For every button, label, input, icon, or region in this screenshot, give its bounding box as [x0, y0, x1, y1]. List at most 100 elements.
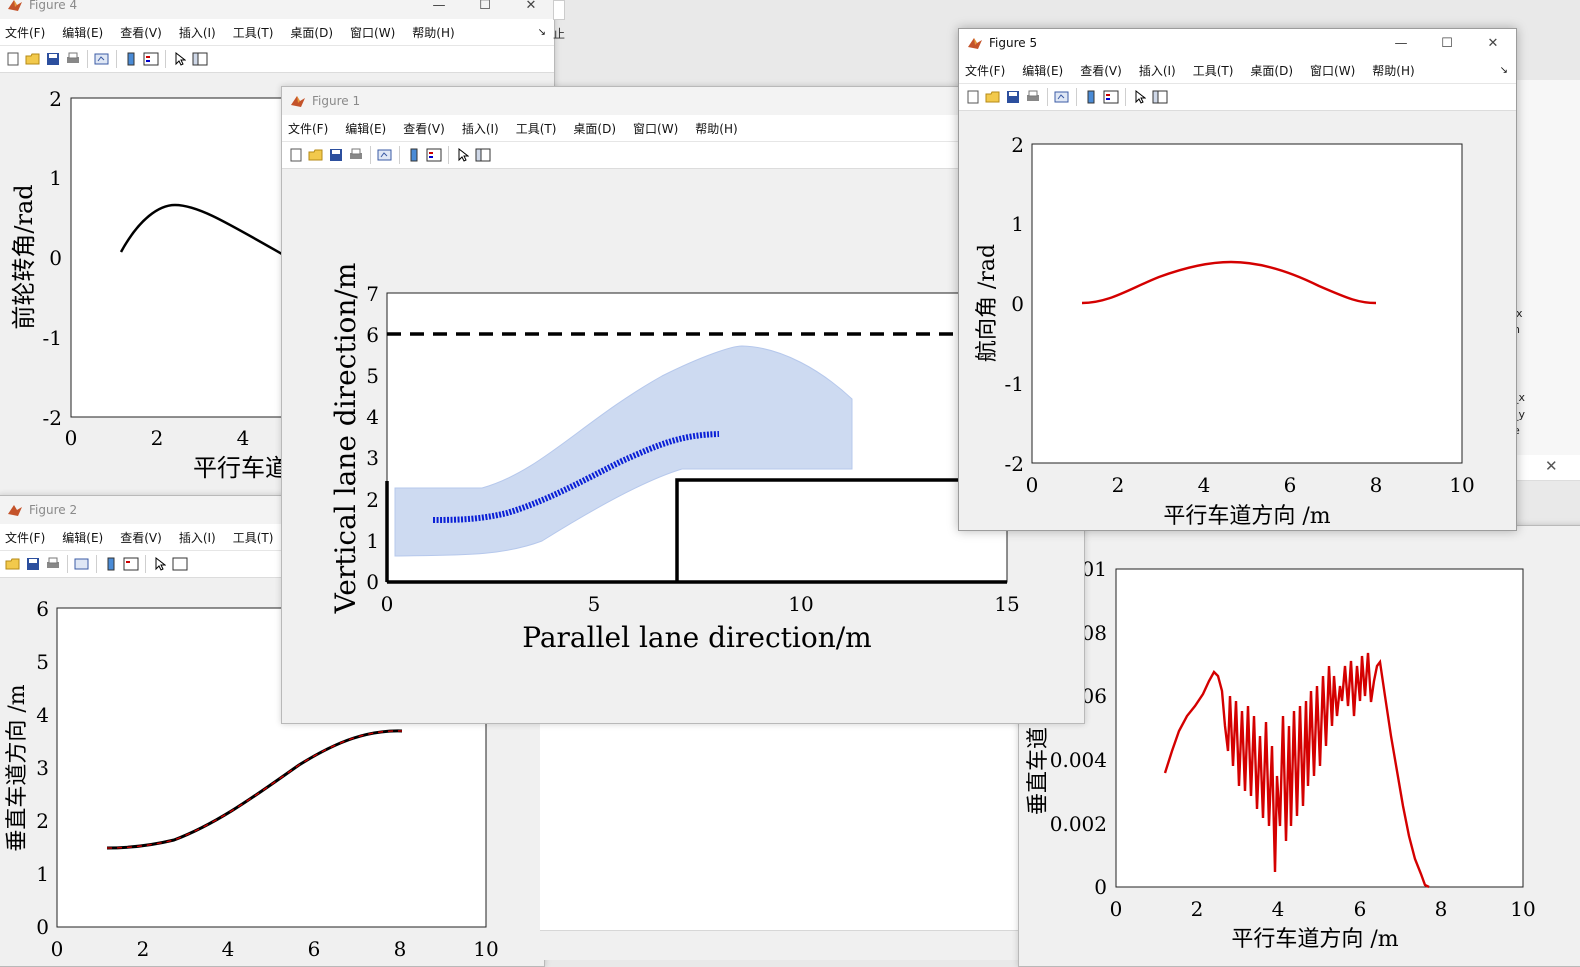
colorbar-icon[interactable]	[121, 49, 141, 69]
close-icon[interactable]: ✕	[508, 0, 554, 19]
menu-insert[interactable]: 插入(I)	[179, 529, 216, 546]
pointer-icon[interactable]	[170, 49, 190, 69]
figure5-window: Figure 5 — ☐ ✕ 文件(F) 编辑(E) 查看(V) 插入(I) 工…	[958, 28, 1517, 531]
maximize-icon[interactable]: ☐	[1424, 29, 1470, 57]
property-editor-icon[interactable]	[190, 49, 210, 69]
close-icon[interactable]: ✕	[1470, 29, 1516, 57]
figure5-toolbar	[959, 84, 1516, 111]
link-plot-icon[interactable]	[72, 554, 92, 574]
colorbar-icon[interactable]	[1081, 87, 1101, 107]
menu-file[interactable]: 文件(F)	[5, 24, 45, 41]
menu-desktop[interactable]: 桌面(D)	[573, 120, 616, 137]
save-icon[interactable]	[326, 145, 346, 165]
property-editor-icon[interactable]	[1150, 87, 1170, 107]
menu-file[interactable]: 文件(F)	[965, 62, 1005, 79]
menu-tools[interactable]: 工具(T)	[233, 24, 274, 41]
link-plot-icon[interactable]	[375, 145, 395, 165]
legend-icon[interactable]	[1101, 87, 1121, 107]
dock-arrow-icon[interactable]: ↘	[1500, 65, 1508, 76]
new-figure-icon[interactable]	[963, 87, 983, 107]
pointer-icon[interactable]	[150, 554, 170, 574]
colorbar-icon[interactable]	[101, 554, 121, 574]
pointer-icon[interactable]	[1130, 87, 1150, 107]
x-tick-label: 0	[65, 426, 78, 450]
x-tick-label: 8	[1370, 473, 1383, 497]
open-folder-icon[interactable]	[3, 554, 23, 574]
menu-insert[interactable]: 插入(I)	[1139, 62, 1176, 79]
matlab-logo-icon	[291, 96, 305, 107]
print-icon[interactable]	[1023, 87, 1043, 107]
figure5-titlebar[interactable]: Figure 5 — ☐ ✕	[959, 29, 1516, 57]
toolbar-separator	[96, 555, 97, 573]
y-tick-label: 08	[1082, 621, 1107, 645]
toolbar-separator	[145, 555, 146, 573]
menu-edit[interactable]: 编辑(E)	[62, 24, 103, 41]
print-icon[interactable]	[43, 554, 63, 574]
figure4-titlebar[interactable]: Figure 4 — ☐ ✕	[0, 0, 554, 19]
menu-tools[interactable]: 工具(T)	[233, 529, 274, 546]
property-editor-icon[interactable]	[170, 554, 190, 574]
x-tick-label: 0	[1110, 897, 1123, 921]
menu-file[interactable]: 文件(F)	[5, 529, 45, 546]
menu-desktop[interactable]: 桌面(D)	[1250, 62, 1293, 79]
y-tick-label: 2	[366, 488, 379, 512]
new-figure-icon[interactable]	[3, 49, 23, 69]
y-tick-label: 1	[366, 529, 379, 553]
maximize-icon[interactable]: ☐	[462, 0, 508, 19]
link-plot-icon[interactable]	[92, 49, 112, 69]
figure3-plot: 01 08 06 0.004 0.002 0 0 2 4 6 8 10 垂直车道…	[1026, 557, 1536, 952]
menu-edit[interactable]: 编辑(E)	[62, 529, 103, 546]
save-icon[interactable]	[23, 554, 43, 574]
x-tick-label: 2	[137, 937, 150, 961]
pointer-icon[interactable]	[453, 145, 473, 165]
minimize-icon[interactable]: —	[1378, 29, 1424, 57]
menu-help[interactable]: 帮助(H)	[1372, 62, 1414, 79]
open-folder-icon[interactable]	[306, 145, 326, 165]
open-folder-icon[interactable]	[983, 87, 1003, 107]
menu-view[interactable]: 查看(V)	[120, 24, 162, 41]
dock-arrow-icon[interactable]: ↘	[538, 27, 546, 38]
menu-tools[interactable]: 工具(T)	[1193, 62, 1234, 79]
property-editor-icon[interactable]	[473, 145, 493, 165]
link-plot-icon[interactable]	[1052, 87, 1072, 107]
legend-icon[interactable]	[141, 49, 161, 69]
y-tick-label: 0.002	[1050, 812, 1107, 836]
x-tick-label: 6	[1354, 897, 1367, 921]
menu-help[interactable]: 帮助(H)	[412, 24, 454, 41]
save-icon[interactable]	[43, 49, 63, 69]
y-tick-label: 0	[1094, 875, 1107, 899]
x-tick-label: 2	[151, 426, 164, 450]
menu-view[interactable]: 查看(V)	[1080, 62, 1122, 79]
print-icon[interactable]	[346, 145, 366, 165]
x-axis-label: 平行车道	[193, 454, 289, 482]
save-icon[interactable]	[1003, 87, 1023, 107]
menu-window[interactable]: 窗口(W)	[350, 24, 395, 41]
menu-edit[interactable]: 编辑(E)	[345, 120, 386, 137]
menu-insert[interactable]: 插入(I)	[179, 24, 216, 41]
y-tick-label: -2	[1005, 452, 1024, 476]
menu-insert[interactable]: 插入(I)	[462, 120, 499, 137]
menu-tools[interactable]: 工具(T)	[516, 120, 557, 137]
menu-help[interactable]: 帮助(H)	[695, 120, 737, 137]
menu-view[interactable]: 查看(V)	[120, 529, 162, 546]
colorbar-icon[interactable]	[404, 145, 424, 165]
figure5-plot: 2 1 0 -1 -2 0 2 4 6 8 10 平行车道方向 /m 航向角 /…	[975, 133, 1475, 529]
figure4-menubar: 文件(F) 编辑(E) 查看(V) 插入(I) 工具(T) 桌面(D) 窗口(W…	[0, 19, 554, 46]
menu-desktop[interactable]: 桌面(D)	[290, 24, 333, 41]
open-folder-icon[interactable]	[23, 49, 43, 69]
menu-window[interactable]: 窗口(W)	[633, 120, 678, 137]
x-tick-label: 8	[1435, 897, 1448, 921]
menu-file[interactable]: 文件(F)	[288, 120, 328, 137]
new-figure-icon[interactable]	[286, 145, 306, 165]
legend-icon[interactable]	[424, 145, 444, 165]
print-icon[interactable]	[63, 49, 83, 69]
legend-icon[interactable]	[121, 554, 141, 574]
menu-view[interactable]: 查看(V)	[403, 120, 445, 137]
minimize-icon[interactable]: —	[416, 0, 462, 19]
menu-edit[interactable]: 编辑(E)	[1022, 62, 1063, 79]
menu-window[interactable]: 窗口(W)	[1310, 62, 1355, 79]
close-icon[interactable]: ✕	[1545, 457, 1558, 475]
matlab-logo-icon	[968, 38, 982, 49]
toolbar-separator	[87, 50, 88, 68]
y-axis-label: Vertical lane direction/m	[329, 263, 362, 615]
